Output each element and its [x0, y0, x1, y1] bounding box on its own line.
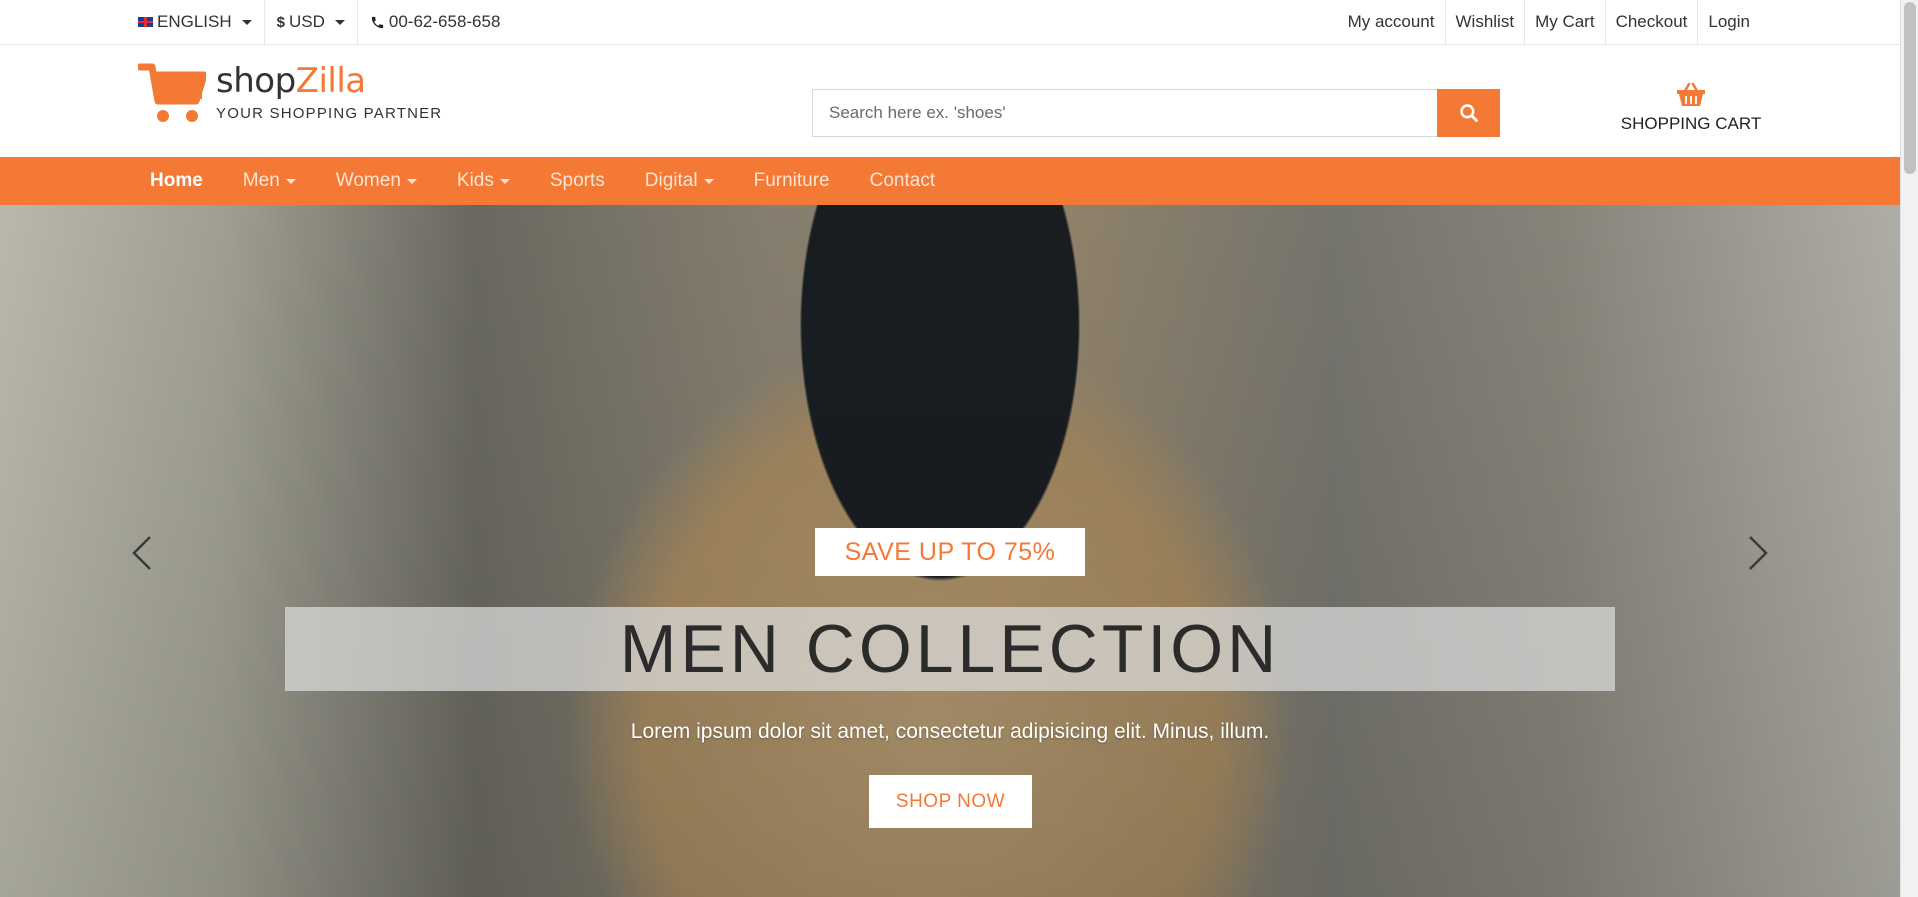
- search-input[interactable]: [812, 89, 1437, 137]
- shopping-cart-label: SHOPPING CART: [1620, 114, 1762, 133]
- wishlist-link[interactable]: Wishlist: [1446, 0, 1526, 44]
- nav-item-contact[interactable]: Contact: [850, 170, 955, 192]
- logo-name: shopZilla: [216, 61, 366, 101]
- basket-icon: [1677, 82, 1705, 106]
- slider-next-arrow-icon[interactable]: [1744, 533, 1772, 573]
- hero-title: MEN COLLECTION: [619, 611, 1281, 687]
- currency-label: USD: [288, 12, 325, 31]
- chevron-down-icon: [499, 178, 510, 184]
- language-label: ENGLISH: [157, 12, 232, 31]
- search-button[interactable]: [1437, 89, 1500, 137]
- logo-text: shopZilla YOUR SHOPPING PARTNER: [216, 63, 442, 122]
- chevron-down-icon: [334, 19, 345, 25]
- search-icon: [1459, 104, 1478, 122]
- uk-flag-icon: [138, 17, 153, 27]
- dollar-icon: $: [276, 13, 285, 31]
- chevron-down-icon: [285, 178, 296, 184]
- phone-icon: [371, 16, 384, 28]
- chevron-down-icon: [703, 178, 714, 184]
- nav-item-kids[interactable]: Kids: [437, 170, 530, 192]
- nav-item-furniture[interactable]: Furniture: [734, 170, 850, 192]
- nav-item-women[interactable]: Women: [316, 170, 437, 192]
- page-scrollbar[interactable]: [1900, 0, 1918, 897]
- account-links: My account Wishlist My Cart Checkout Log…: [1338, 0, 1750, 44]
- shop-now-button[interactable]: SHOP NOW: [869, 775, 1032, 828]
- checkout-link[interactable]: Checkout: [1606, 0, 1699, 44]
- nav-item-men[interactable]: Men: [223, 170, 316, 192]
- site-header: shopZilla YOUR SHOPPING PARTNER SHOPPING…: [0, 45, 1900, 157]
- search-bar: [812, 89, 1500, 137]
- my-cart-link[interactable]: My Cart: [1525, 0, 1606, 44]
- chevron-down-icon: [241, 19, 252, 25]
- shopping-cart-logo-icon: [138, 63, 206, 122]
- phone-number: 00-62-658-658: [388, 12, 501, 31]
- nav-item-sports[interactable]: Sports: [530, 170, 625, 192]
- nav-item-home[interactable]: Home: [130, 170, 223, 192]
- my-account-link[interactable]: My account: [1338, 0, 1446, 44]
- shopping-cart-button[interactable]: SHOPPING CART: [1620, 81, 1762, 134]
- top-bar: ENGLISH $ USD 00-62-658-658 My account W…: [0, 0, 1900, 45]
- main-navigation: Home Men Women Kids Sports Digital Furni…: [0, 157, 1900, 205]
- slider-prev-arrow-icon[interactable]: [128, 533, 156, 573]
- hero-title-band: MEN COLLECTION: [285, 607, 1615, 691]
- site-logo[interactable]: shopZilla YOUR SHOPPING PARTNER: [138, 63, 442, 125]
- chevron-down-icon: [406, 178, 417, 184]
- language-selector[interactable]: ENGLISH: [138, 0, 265, 44]
- scrollbar-thumb[interactable]: [1904, 2, 1916, 174]
- logo-tagline: YOUR SHOPPING PARTNER: [216, 105, 443, 122]
- hero-slider: SAVE UP TO 75% MEN COLLECTION Lorem ipsu…: [0, 205, 1900, 897]
- login-link[interactable]: Login: [1698, 0, 1750, 44]
- currency-selector[interactable]: $ USD: [265, 0, 358, 44]
- top-bar-left: ENGLISH $ USD 00-62-658-658: [138, 0, 512, 44]
- sale-badge: SAVE UP TO 75%: [815, 528, 1085, 576]
- nav-item-digital[interactable]: Digital: [625, 170, 734, 192]
- phone-contact[interactable]: 00-62-658-658: [358, 0, 513, 44]
- hero-description: Lorem ipsum dolor sit amet, consectetur …: [630, 720, 1270, 743]
